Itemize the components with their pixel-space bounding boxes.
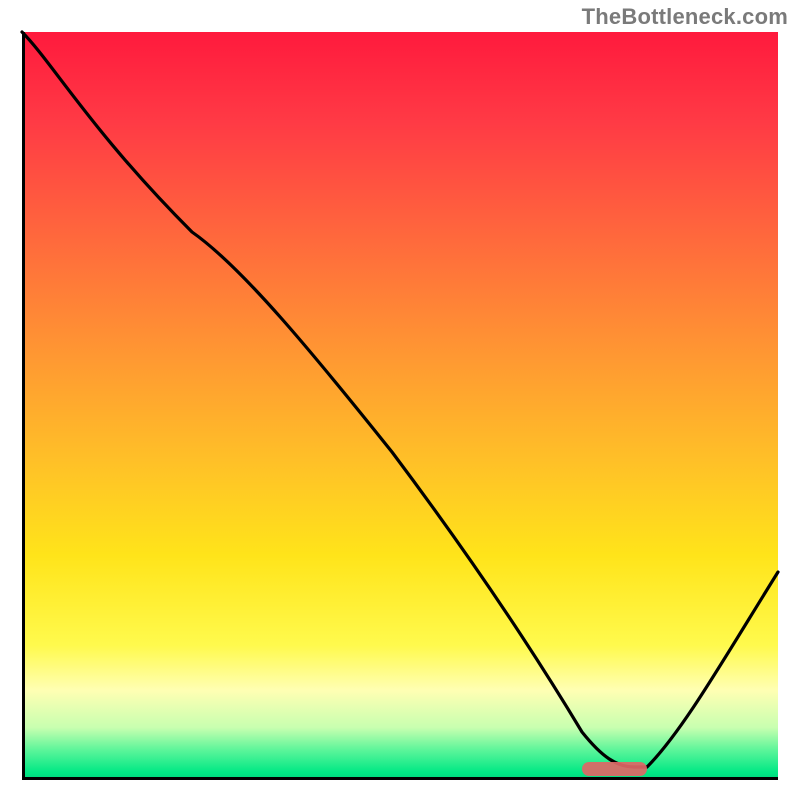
optimal-marker bbox=[582, 762, 647, 776]
watermark-text: TheBottleneck.com bbox=[582, 4, 788, 30]
chart-container: TheBottleneck.com bbox=[0, 0, 800, 800]
bottleneck-curve bbox=[22, 32, 778, 780]
plot-area bbox=[22, 32, 778, 780]
curve-path bbox=[22, 32, 778, 767]
